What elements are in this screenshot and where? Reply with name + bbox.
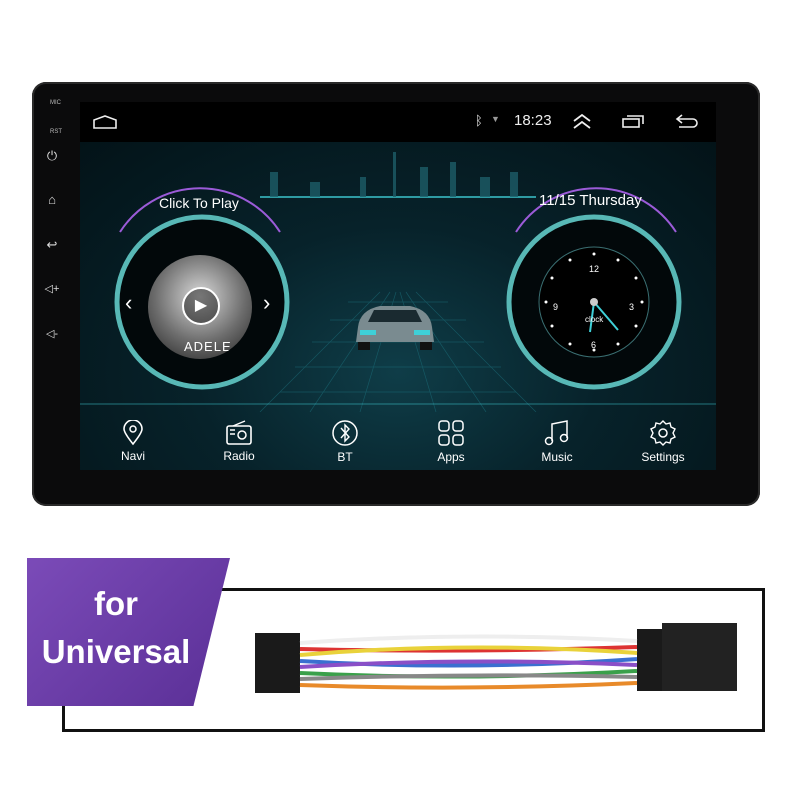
car-image (356, 306, 434, 350)
gear-icon (650, 419, 676, 446)
volume-down-icon[interactable]: ◁- (40, 327, 64, 340)
radio-icon (226, 419, 252, 445)
dock-label: Apps (437, 449, 465, 464)
next-track-icon[interactable]: › (263, 290, 270, 316)
music-title[interactable]: Click To Play (159, 195, 239, 211)
dial-3: 3 (629, 302, 635, 312)
back-icon[interactable]: ↩ (40, 237, 64, 253)
dock-label: BT (337, 449, 353, 464)
status-bar: ᛒ ▼ 18:23 (80, 102, 716, 142)
dock-settings[interactable]: Settings (610, 412, 716, 470)
status-time: 18:23 (514, 112, 552, 129)
dock-apps[interactable]: Apps (398, 412, 504, 470)
recent-apps-icon[interactable] (622, 114, 644, 128)
dock-music[interactable]: Music (504, 412, 610, 470)
screen: ᛒ ▼ 18:23 Click To Play 11/15 Thursday ‹… (80, 102, 716, 470)
bluetooth-icon (332, 419, 358, 446)
album-art[interactable]: ▶ ADELE (148, 255, 252, 359)
wifi-icon: ▼ (491, 114, 500, 124)
previous-track-icon[interactable]: ‹ (125, 290, 132, 316)
dial-9: 9 (553, 302, 559, 312)
tag-line-1: for (94, 585, 138, 622)
music-note-icon (544, 419, 569, 445)
mic-label: MIC (50, 100, 61, 106)
play-icon[interactable]: ▶ (182, 287, 220, 325)
dial-label: clock (585, 315, 604, 324)
volume-up-icon[interactable]: ◁+ (40, 282, 64, 295)
dock-label: Radio (223, 448, 255, 463)
dial-12: 12 (589, 264, 600, 274)
power-icon[interactable]: ⏻ (40, 148, 64, 164)
dock-bt[interactable]: BT (292, 412, 398, 470)
dock-label: Settings (641, 449, 685, 464)
apps-grid-icon (438, 419, 464, 446)
dock-label: Navi (120, 448, 145, 463)
dock-navi[interactable]: Navi (80, 412, 186, 470)
home-icon[interactable]: ⌂ (40, 192, 64, 207)
back-arrow-icon[interactable] (675, 113, 699, 129)
bluetooth-icon: ᛒ (475, 113, 483, 128)
album-text: ADELE (184, 339, 232, 354)
dock-radio[interactable]: Radio (186, 412, 292, 470)
dock-label: Music (541, 449, 573, 464)
chevron-up-double-icon[interactable] (572, 112, 592, 130)
home-outline-icon[interactable] (92, 114, 118, 130)
location-pin-icon (123, 419, 143, 445)
date-label: 11/15 Thursday (539, 192, 642, 209)
rst-label[interactable]: RST (50, 129, 62, 135)
dial-6: 6 (591, 340, 597, 350)
app-dock: Navi Radio BT Apps Music Settings (80, 412, 716, 470)
home-launcher: Click To Play 11/15 Thursday ‹ › ▶ ADELE… (80, 142, 716, 470)
tag-line-2: Universal (41, 633, 191, 670)
